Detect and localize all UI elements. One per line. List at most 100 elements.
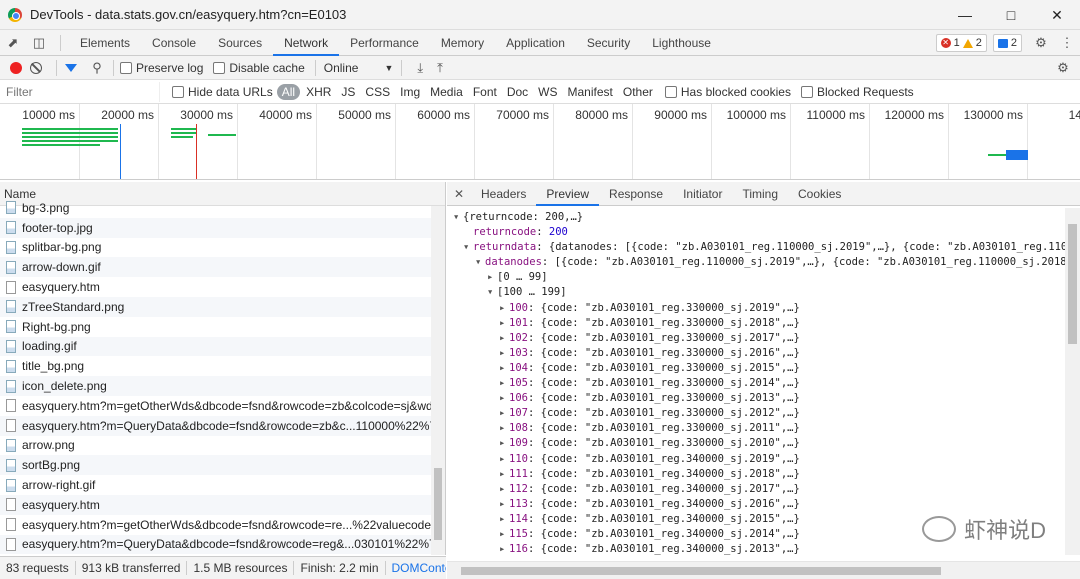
json-item-row[interactable]: ▸ 106: {code: "zb.A030101_reg.330000_sj.2… <box>447 391 1065 406</box>
json-item-row[interactable]: ▸ 109: {code: "zb.A030101_reg.330000_sj.2… <box>447 436 1065 451</box>
type-filter-xhr[interactable]: XHR <box>302 84 335 100</box>
filter-input[interactable] <box>2 81 160 102</box>
type-filter-js[interactable]: JS <box>337 84 359 100</box>
maximize-button[interactable]: □ <box>988 0 1034 30</box>
detail-tab-initiator[interactable]: Initiator <box>673 182 732 206</box>
request-row[interactable]: sortBg.png <box>0 455 445 476</box>
json-item-row[interactable]: ▸ 101: {code: "zb.A030101_reg.330000_sj.2… <box>447 316 1065 331</box>
throttling-select[interactable]: Online ▼ <box>324 61 394 75</box>
json-item-row[interactable]: ▸ 100: {code: "zb.A030101_reg.330000_sj.2… <box>447 301 1065 316</box>
request-list-scrollbar[interactable] <box>431 206 445 555</box>
json-item-row[interactable]: ▸ 102: {code: "zb.A030101_reg.330000_sj.2… <box>447 331 1065 346</box>
tab-application[interactable]: Application <box>495 30 576 56</box>
collapsed-triangle-icon[interactable]: ▸ <box>499 301 509 316</box>
type-filter-img[interactable]: Img <box>396 84 424 100</box>
minimize-button[interactable]: — <box>942 0 988 30</box>
json-item-row[interactable]: ▸ 113: {code: "zb.A030101_reg.340000_sj.2… <box>447 497 1065 512</box>
request-row[interactable]: Right-bg.png <box>0 317 445 337</box>
tab-console[interactable]: Console <box>141 30 207 56</box>
request-row[interactable]: footer-top.jpg <box>0 217 445 238</box>
collapsed-triangle-icon[interactable]: ▸ <box>499 497 509 512</box>
export-har-icon[interactable]: ⤒ <box>437 60 443 76</box>
collapsed-triangle-icon[interactable]: ▸ <box>499 346 509 361</box>
request-row[interactable]: arrow.png <box>0 436 445 456</box>
json-range-expanded[interactable]: ▾ [100 … 199] <box>447 285 1065 300</box>
scrollbar-thumb[interactable] <box>434 468 442 540</box>
scrollbar-thumb[interactable] <box>461 567 941 575</box>
tab-security[interactable]: Security <box>576 30 641 56</box>
type-filter-css[interactable]: CSS <box>361 84 394 100</box>
checkbox-box[interactable] <box>120 61 132 74</box>
blocked-requests-checkbox[interactable]: Blocked Requests <box>800 85 914 99</box>
type-filter-ws[interactable]: WS <box>534 84 561 100</box>
tab-memory[interactable]: Memory <box>430 30 495 56</box>
json-item-row[interactable]: ▸ 105: {code: "zb.A030101_reg.330000_sj.2… <box>447 376 1065 391</box>
messages-badge[interactable]: 2 <box>992 34 1022 52</box>
request-row[interactable]: easyquery.htm?m=getOtherWds&dbcode=fsnd&… <box>0 396 445 416</box>
tab-network[interactable]: Network <box>273 30 340 56</box>
checkbox-box[interactable] <box>213 61 226 74</box>
collapsed-triangle-icon[interactable]: ▸ <box>499 482 509 497</box>
request-row[interactable]: title_bg.png <box>0 356 445 376</box>
request-row[interactable]: easyquery.htm <box>0 494 445 515</box>
device-toolbar-icon[interactable]: ◫ <box>26 30 52 56</box>
json-datanodes-line[interactable]: ▾ datanodes: [{code: "zb.A030101_reg.1100… <box>447 255 1065 270</box>
checkbox-box[interactable] <box>664 85 677 98</box>
network-overview-timeline[interactable]: 10000 ms 20000 ms 30000 ms 40000 ms 50000 ms… <box>0 104 1080 180</box>
request-row[interactable]: loading.gif <box>0 336 445 357</box>
disable-cache-checkbox[interactable]: Disable cache <box>213 61 305 75</box>
json-item-row[interactable]: ▸ 112: {code: "zb.A030101_reg.340000_sj.2… <box>447 482 1065 497</box>
collapsed-triangle-icon[interactable]: ▸ <box>499 527 509 542</box>
request-row[interactable]: icon_delete.png <box>0 376 445 396</box>
json-item-row[interactable]: ▸ 103: {code: "zb.A030101_reg.330000_sj.2… <box>447 346 1065 361</box>
record-icon[interactable] <box>10 61 22 74</box>
request-row[interactable]: easyquery.htm?m=QueryData&dbcode=fsnd&ro… <box>0 415 445 436</box>
detail-tab-cookies[interactable]: Cookies <box>788 182 851 206</box>
blocked-cookies-checkbox[interactable]: Has blocked cookies <box>664 85 791 99</box>
request-row[interactable]: bg-3.png <box>0 198 445 218</box>
detail-tab-timing[interactable]: Timing <box>732 182 788 206</box>
collapsed-triangle-icon[interactable]: ▸ <box>499 316 509 331</box>
errors-warnings-badge[interactable]: ✕ 1 2 <box>935 34 987 52</box>
more-options-icon[interactable]: ⋮ <box>1054 30 1080 56</box>
expanded-triangle-icon[interactable]: ▾ <box>487 285 497 300</box>
checkbox-box[interactable] <box>800 85 813 98</box>
scrollbar-thumb[interactable] <box>1068 224 1077 344</box>
detail-tab-response[interactable]: Response <box>599 182 673 206</box>
collapsed-triangle-icon[interactable]: ▸ <box>499 436 509 451</box>
detail-tab-headers[interactable]: Headers <box>471 182 536 206</box>
collapsed-triangle-icon[interactable]: ▸ <box>487 270 497 285</box>
detail-tab-preview[interactable]: Preview <box>536 182 600 206</box>
request-row[interactable]: easyquery.htm?m=QueryData&dbcode=fsnd&ro… <box>0 534 445 555</box>
type-filter-media[interactable]: Media <box>426 84 467 100</box>
close-detail-icon[interactable]: ✕ <box>447 187 471 201</box>
request-row[interactable]: zTreeStandard.png <box>0 296 445 317</box>
network-settings-gear-icon[interactable]: ⚙ <box>1050 55 1076 81</box>
close-window-button[interactable]: ✕ <box>1034 0 1080 30</box>
request-row[interactable]: easyquery.htm <box>0 277 445 297</box>
type-filter-all[interactable]: All <box>276 83 301 100</box>
expanded-triangle-icon[interactable]: ▾ <box>475 255 485 270</box>
tab-lighthouse[interactable]: Lighthouse <box>641 30 722 56</box>
json-item-row[interactable]: ▸ 110: {code: "zb.A030101_reg.340000_sj.2… <box>447 452 1065 467</box>
hide-data-urls-checkbox[interactable]: Hide data URLs <box>172 85 273 99</box>
json-item-row[interactable]: ▸ 108: {code: "zb.A030101_reg.330000_sj.2… <box>447 421 1065 436</box>
inspect-element-icon[interactable]: ⬈ <box>0 30 26 56</box>
expanded-triangle-icon[interactable]: ▾ <box>463 240 473 255</box>
settings-gear-icon[interactable]: ⚙ <box>1028 30 1054 56</box>
collapsed-triangle-icon[interactable]: ▸ <box>499 406 509 421</box>
clear-icon[interactable] <box>30 61 42 74</box>
type-filter-doc[interactable]: Doc <box>503 84 532 100</box>
request-row[interactable]: easyquery.htm?m=getOtherWds&dbcode=fsnd&… <box>0 515 445 535</box>
search-icon[interactable]: ⚲ <box>87 55 107 81</box>
collapsed-triangle-icon[interactable]: ▸ <box>499 421 509 436</box>
collapsed-triangle-icon[interactable]: ▸ <box>499 512 509 527</box>
request-row[interactable]: arrow-down.gif <box>0 257 445 278</box>
checkbox-box[interactable] <box>172 85 184 98</box>
collapsed-triangle-icon[interactable]: ▸ <box>499 452 509 467</box>
json-root-line[interactable]: ▾ {returncode: 200,…} <box>447 210 1065 225</box>
request-row[interactable]: arrow-right.gif <box>0 475 445 495</box>
collapsed-triangle-icon[interactable]: ▸ <box>499 391 509 406</box>
type-filter-manifest[interactable]: Manifest <box>564 84 617 100</box>
collapsed-triangle-icon[interactable]: ▸ <box>499 361 509 376</box>
